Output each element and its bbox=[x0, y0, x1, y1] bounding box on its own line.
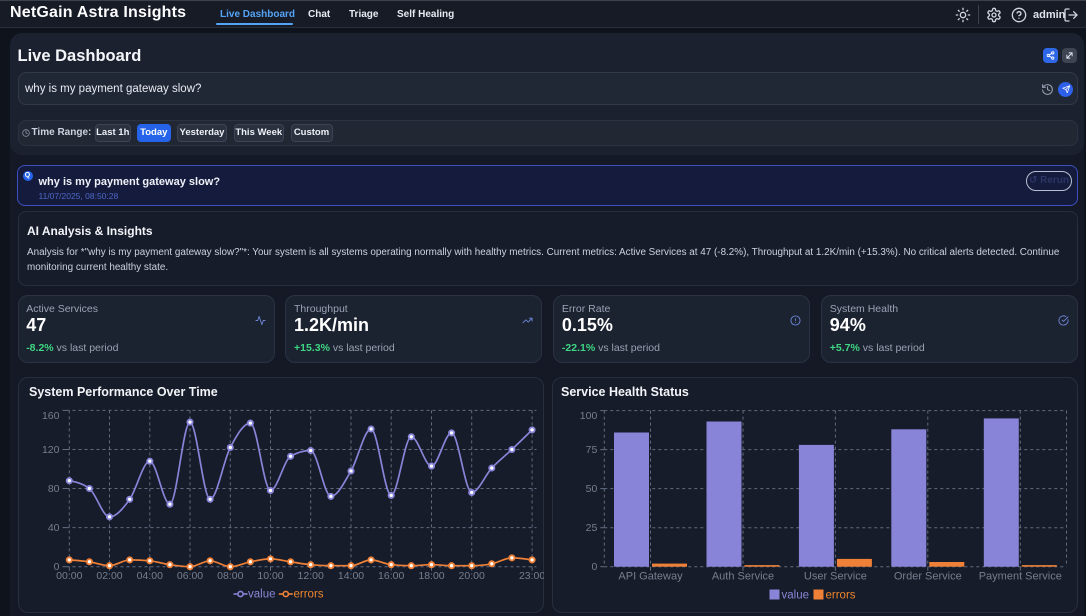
svg-text:75: 75 bbox=[585, 444, 597, 456]
svg-text:23:00: 23:00 bbox=[518, 570, 544, 582]
svg-text:16:00: 16:00 bbox=[378, 570, 404, 582]
svg-text:06:00: 06:00 bbox=[176, 570, 202, 582]
svg-text:value: value bbox=[248, 588, 276, 600]
svg-text:08:00: 08:00 bbox=[217, 570, 243, 582]
svg-text:errors: errors bbox=[825, 589, 855, 601]
svg-text:04:00: 04:00 bbox=[136, 570, 162, 582]
svg-text:00:00: 00:00 bbox=[56, 570, 82, 582]
svg-text:errors: errors bbox=[293, 588, 323, 600]
svg-text:Order Service: Order Service bbox=[893, 570, 961, 582]
svg-text:User Service: User Service bbox=[803, 570, 866, 582]
svg-text:20:00: 20:00 bbox=[458, 570, 484, 582]
svg-text:Payment Service: Payment Service bbox=[978, 570, 1061, 582]
svg-text:120: 120 bbox=[41, 444, 59, 456]
svg-text:API Gateway: API Gateway bbox=[618, 570, 683, 582]
svg-text:80: 80 bbox=[47, 483, 59, 495]
svg-text:value: value bbox=[781, 589, 809, 601]
svg-text:10:00: 10:00 bbox=[257, 570, 283, 582]
svg-text:18:00: 18:00 bbox=[418, 570, 444, 582]
svg-text:40: 40 bbox=[47, 522, 59, 534]
svg-text:14:00: 14:00 bbox=[337, 570, 363, 582]
svg-text:0: 0 bbox=[591, 561, 597, 573]
svg-text:50: 50 bbox=[585, 483, 597, 495]
svg-text:25: 25 bbox=[585, 522, 597, 534]
svg-text:160: 160 bbox=[41, 409, 59, 421]
svg-text:12:00: 12:00 bbox=[297, 570, 323, 582]
svg-text:02:00: 02:00 bbox=[96, 570, 122, 582]
svg-text:Auth Service: Auth Service bbox=[711, 570, 773, 582]
svg-text:100: 100 bbox=[579, 410, 597, 422]
